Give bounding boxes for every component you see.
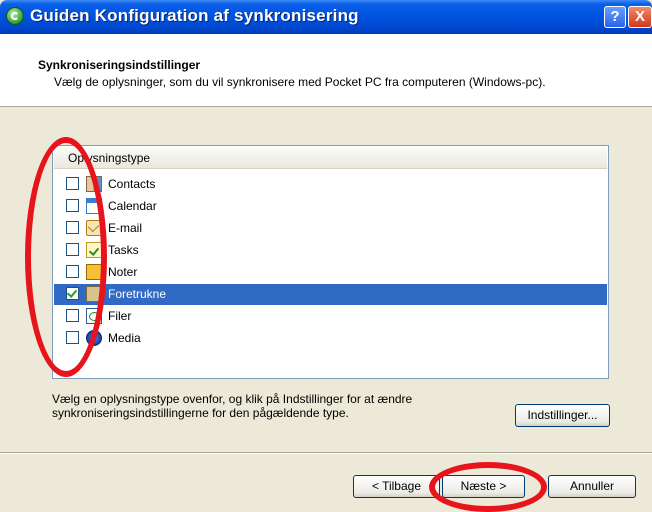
- column-header[interactable]: Oplysningstype: [54, 147, 607, 169]
- wizard-window: Guiden Konfiguration af synkronisering ?…: [0, 0, 652, 512]
- close-button[interactable]: X: [628, 6, 652, 28]
- annotation-circle-checkboxes: [25, 137, 107, 377]
- information-type-list[interactable]: Oplysningstype Contacts Calendar E-mail …: [52, 145, 609, 379]
- cancel-button[interactable]: Annuller: [548, 475, 636, 498]
- sync-icon: [6, 7, 24, 25]
- list-item-tasks[interactable]: Tasks: [54, 240, 607, 261]
- list-item-label: Noter: [108, 265, 138, 279]
- annotation-circle-next: [429, 462, 547, 512]
- list-item-label: Filer: [108, 309, 132, 323]
- list-item-contacts[interactable]: Contacts: [54, 174, 607, 195]
- page-title: Synkroniseringsindstillinger: [38, 58, 201, 72]
- page-description: Vælg de oplysninger, som du vil synkroni…: [54, 75, 546, 89]
- list-item-label: Contacts: [108, 177, 156, 191]
- divider: [0, 452, 652, 454]
- help-button[interactable]: ?: [604, 6, 626, 28]
- list-item-calendar[interactable]: Calendar: [54, 196, 607, 217]
- list-item-label: Media: [108, 331, 141, 345]
- list-item-label: Foretrukne: [108, 287, 167, 301]
- list-item-email[interactable]: E-mail: [54, 218, 607, 239]
- settings-button[interactable]: Indstillinger...: [515, 404, 610, 427]
- title-bar[interactable]: Guiden Konfiguration af synkronisering ?…: [0, 0, 652, 34]
- list-item-favorites[interactable]: Foretrukne: [54, 284, 607, 305]
- list-item-files[interactable]: Filer: [54, 306, 607, 327]
- list-item-label: Tasks: [108, 243, 139, 257]
- list-item-label: Calendar: [108, 199, 157, 213]
- list-item-media[interactable]: Media: [54, 328, 607, 349]
- list-item-label: E-mail: [108, 221, 143, 235]
- back-button[interactable]: < Tilbage: [353, 475, 440, 498]
- list-item-notes[interactable]: Noter: [54, 262, 607, 283]
- window-title: Guiden Konfiguration af synkronisering: [30, 6, 359, 25]
- instruction-text: Vælg en oplysningstype ovenfor, og klik …: [52, 392, 413, 420]
